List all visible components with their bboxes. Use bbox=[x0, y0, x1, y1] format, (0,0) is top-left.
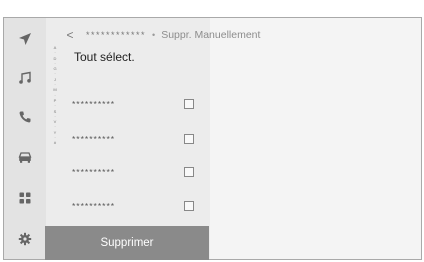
phone-icon bbox=[19, 111, 31, 123]
contact-name: ************ bbox=[86, 30, 147, 40]
gear-icon bbox=[18, 232, 32, 246]
car-icon bbox=[18, 152, 32, 163]
contact-name: ********** bbox=[72, 134, 116, 144]
sidebar-item-vehicle[interactable] bbox=[4, 142, 46, 172]
back-button[interactable]: < bbox=[46, 28, 80, 42]
music-note-icon bbox=[19, 71, 31, 84]
apps-grid-icon bbox=[19, 192, 31, 204]
item-checkbox[interactable] bbox=[184, 99, 194, 109]
chevron-left-icon: < bbox=[66, 28, 74, 42]
detail-area bbox=[210, 18, 421, 259]
sidebar-item-music[interactable] bbox=[4, 63, 46, 93]
page-title: Suppr. Manuellement bbox=[161, 29, 261, 41]
list-item[interactable]: ********** bbox=[72, 125, 202, 153]
list-item[interactable]: ********** bbox=[72, 90, 202, 118]
sidebar-item-settings[interactable] bbox=[4, 224, 46, 254]
header-bar: < ************ • Suppr. Manuellement bbox=[46, 18, 421, 52]
navigation-arrow-icon bbox=[19, 33, 31, 45]
index-letter[interactable]: # bbox=[50, 140, 60, 145]
item-checkbox[interactable] bbox=[184, 134, 194, 144]
contact-name: ********** bbox=[72, 99, 116, 109]
select-all-button[interactable]: Tout sélect. bbox=[74, 50, 135, 64]
sidebar-item-apps[interactable] bbox=[4, 183, 46, 213]
list-item[interactable]: ********** bbox=[72, 192, 202, 220]
contact-name: ********** bbox=[72, 167, 116, 177]
item-checkbox[interactable] bbox=[184, 201, 194, 211]
list-item[interactable]: ********** bbox=[72, 158, 202, 186]
sidebar bbox=[4, 18, 46, 259]
sidebar-item-navigation[interactable] bbox=[4, 24, 46, 54]
delete-button[interactable]: Supprimer bbox=[45, 226, 209, 260]
contact-name: ********** bbox=[72, 201, 116, 211]
title-separator: • bbox=[152, 30, 156, 40]
alphabet-index[interactable]: A · D · G · J · M · P · S · V · Y · # bbox=[50, 45, 60, 185]
item-checkbox[interactable] bbox=[184, 167, 194, 177]
screen-frame: < ************ • Suppr. Manuellement bbox=[3, 17, 422, 260]
sidebar-item-phone[interactable] bbox=[4, 102, 46, 132]
